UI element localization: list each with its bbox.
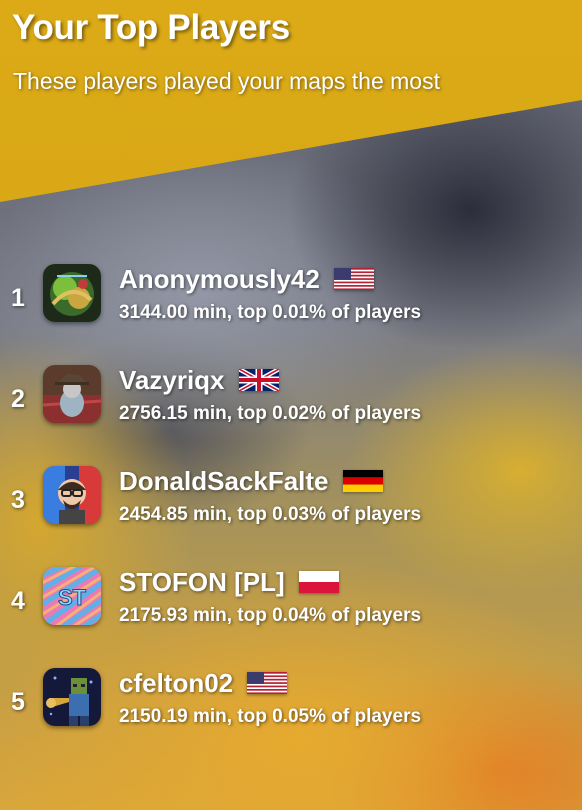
player-stat: 2756.15 min, top 0.02% of players [119,403,422,424]
player-rank: 5 [11,688,25,716]
page-subtitle: These players played your maps the most [13,68,440,94]
player-row[interactable]: 4 ST STOFON [PL] 2175.93 min, top 0.04% … [0,565,582,666]
poland-flag-icon [298,571,339,593]
player-row[interactable]: 1 Anonymously42 3144.00 min, top 0.01% o… [0,262,582,363]
player-stat: 3144.00 min, top 0.01% of players [119,302,422,323]
player-row[interactable]: 2 Vazyriqx 2756.15 min, top 0.02% of pla… [0,363,582,464]
player-row[interactable]: 5 cfelton02 2150.19 min, top 0.05% of pl… [0,666,582,767]
germany-flag-icon [342,470,383,492]
player-rank: 1 [11,284,25,312]
us-flag-icon [247,672,288,694]
player-name[interactable]: cfelton02 [119,668,233,699]
top-players-list: 1 Anonymously42 3144.00 min, top 0.01% o… [0,262,582,767]
player-name[interactable]: DonaldSackFalte [119,466,329,497]
player-stat: 2454.85 min, top 0.03% of players [119,504,422,525]
player-rank: 4 [11,587,25,615]
player-avatar[interactable] [43,668,101,726]
player-avatar[interactable] [43,466,101,524]
player-stat: 2175.93 min, top 0.04% of players [119,605,422,626]
svg-text:ST: ST [58,585,87,610]
player-avatar[interactable] [43,365,101,423]
player-name[interactable]: Vazyriqx [119,365,225,396]
player-rank: 2 [11,385,25,413]
player-stat: 2150.19 min, top 0.05% of players [119,706,422,727]
page-title: Your Top Players [12,8,290,47]
player-rank: 3 [11,486,25,514]
player-name[interactable]: Anonymously42 [119,264,320,295]
uk-flag-icon [238,369,279,391]
player-avatar[interactable]: ST [43,567,101,625]
player-row[interactable]: 3 DonaldSackFalte 2454.85 min, top 0.03%… [0,464,582,565]
player-avatar[interactable] [43,264,101,322]
player-name[interactable]: STOFON [PL] [119,567,285,598]
us-flag-icon [333,268,374,290]
